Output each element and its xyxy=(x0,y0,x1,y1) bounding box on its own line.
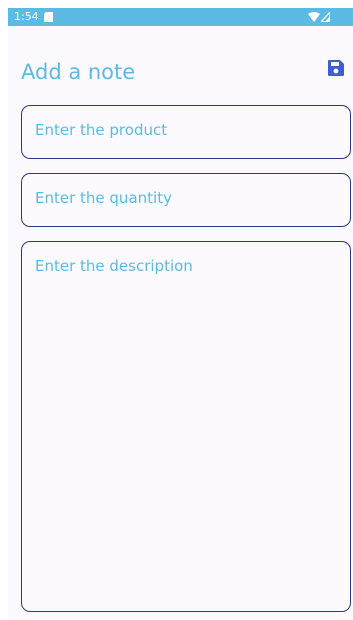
page-title: Add a note xyxy=(21,60,136,84)
sd-card-icon xyxy=(44,12,53,22)
signal-icon xyxy=(319,10,331,23)
description-placeholder: Enter the description xyxy=(35,257,193,275)
product-placeholder: Enter the product xyxy=(35,121,168,139)
save-button[interactable] xyxy=(326,58,346,78)
description-field[interactable]: Enter the description xyxy=(21,241,351,612)
wifi-icon xyxy=(308,12,320,22)
status-time: 1:54 xyxy=(14,10,39,23)
quantity-field[interactable]: Enter the quantity xyxy=(21,173,351,227)
product-field[interactable]: Enter the product xyxy=(21,105,351,159)
save-icon xyxy=(326,58,346,78)
status-bar: 1:54 xyxy=(8,8,353,26)
quantity-placeholder: Enter the quantity xyxy=(35,189,172,207)
note-screen: 1:54 Add a note Enter the product Enter … xyxy=(8,8,353,620)
